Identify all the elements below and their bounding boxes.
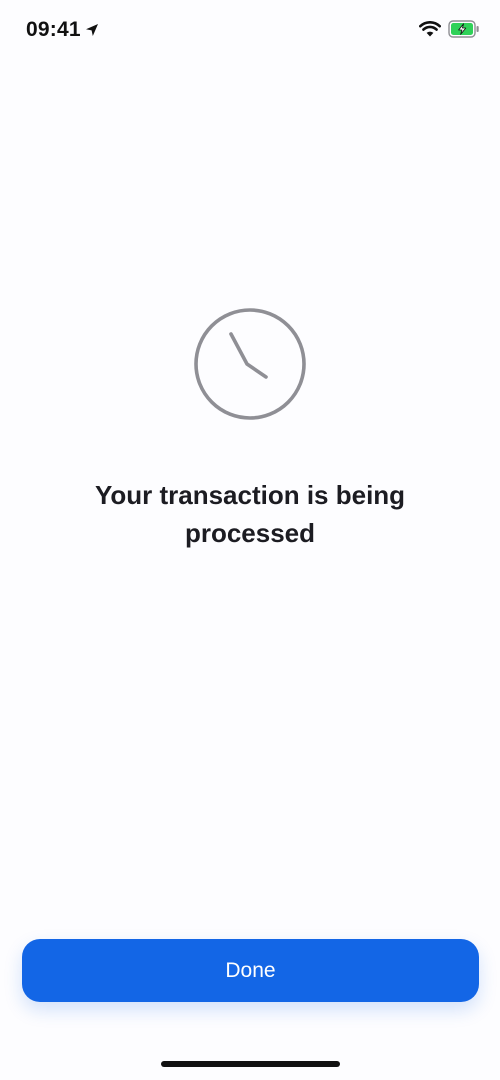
wifi-icon — [419, 21, 441, 37]
transaction-status-message: Your transaction is being processed — [94, 480, 406, 548]
status-indicators — [419, 20, 480, 38]
done-button[interactable]: Done — [22, 939, 479, 1002]
status-time-group: 09:41 — [26, 18, 99, 42]
location-arrow-icon — [85, 24, 98, 36]
clock-icon — [194, 308, 306, 420]
battery-charging-icon — [448, 20, 479, 38]
status-time: 09:41 — [26, 18, 81, 41]
status-bar: 09:41 — [0, 0, 500, 62]
home-indicator[interactable] — [161, 1061, 340, 1067]
transaction-status-screen: 09:41 Your transaction is being processe… — [0, 0, 500, 1080]
